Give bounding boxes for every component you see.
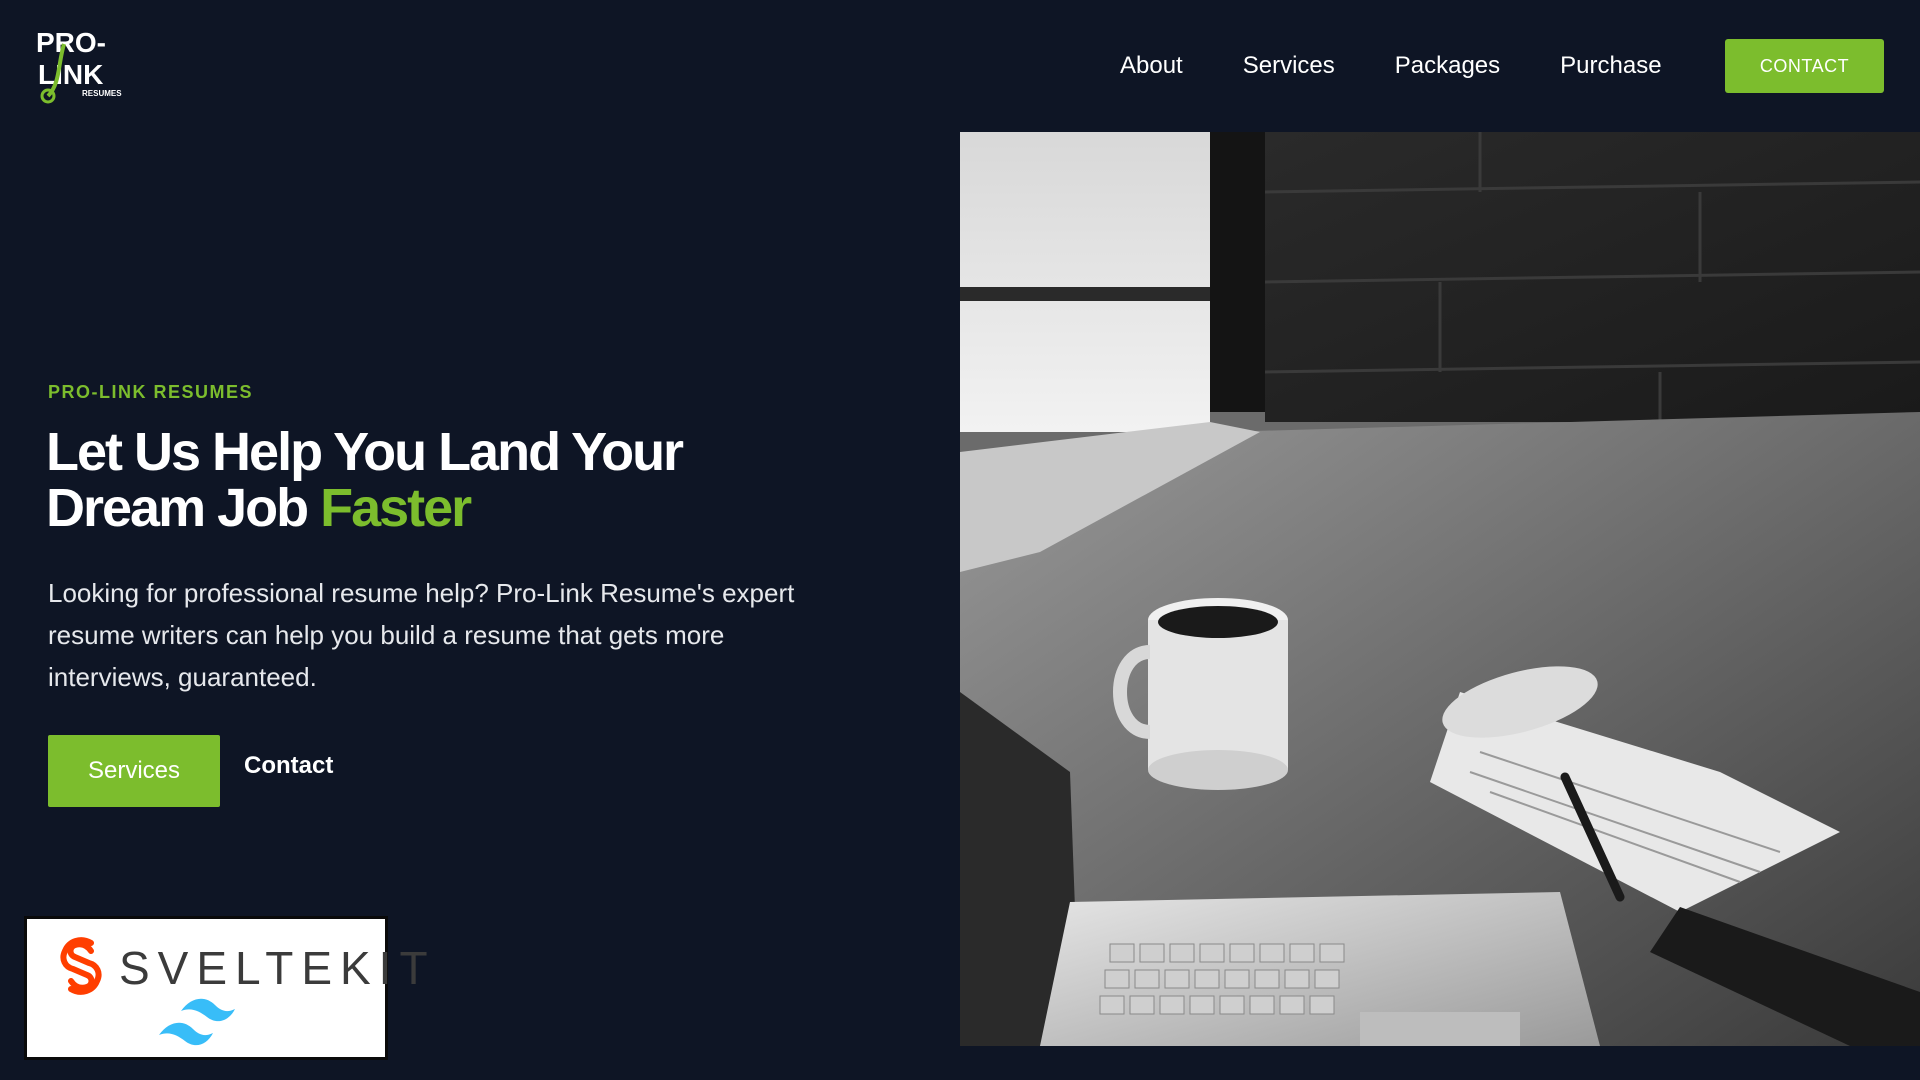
window-frame [960,287,1210,301]
kit-text: KIT [340,942,436,994]
hero-eyebrow: PRO-LINK RESUMES [48,382,254,402]
window-area [960,132,1210,432]
svelte-text: SVELTE [119,942,340,994]
mug-body [1148,620,1288,770]
logo-sub: RESUMES [82,89,122,98]
contact-button[interactable]: CONTACT [1725,39,1884,93]
nav-purchase[interactable]: Purchase [1560,52,1661,80]
logo-line1: PRO- [36,27,106,58]
site-header: PRO- LINK RESUMES About Services Package… [0,0,1920,130]
services-button[interactable]: Services [48,735,220,807]
svelte-logo-icon [60,937,102,995]
tech-badge: SVELTEKIT [24,916,428,1060]
nav-about[interactable]: About [1120,52,1183,80]
pro-link-logo[interactable]: PRO- LINK RESUMES [34,24,124,106]
desk-laptop-coffee-photo [960,132,1920,1046]
main-nav: About Services Packages Purchase [1120,48,1662,84]
hero-headline: Let Us Help You Land Your Dream Job Fast… [46,424,806,536]
window-frame-vertical [1210,132,1265,412]
page: PRO- LINK RESUMES About Services Package… [0,0,1920,1080]
hero-description: Looking for professional resume help? Pr… [48,578,795,692]
contact-link[interactable]: Contact [244,752,333,780]
laptop-trackpad [1360,1012,1520,1046]
sveltekit-wordmark: SVELTEKIT [119,941,436,995]
hero-image [960,132,1920,1046]
headline-accent: Faster [320,478,472,538]
nav-services[interactable]: Services [1243,52,1335,80]
logo-line2: LINK [38,59,103,90]
coffee [1158,606,1278,638]
tailwind-logo-icon [159,998,235,1046]
nav-packages[interactable]: Packages [1395,52,1500,80]
